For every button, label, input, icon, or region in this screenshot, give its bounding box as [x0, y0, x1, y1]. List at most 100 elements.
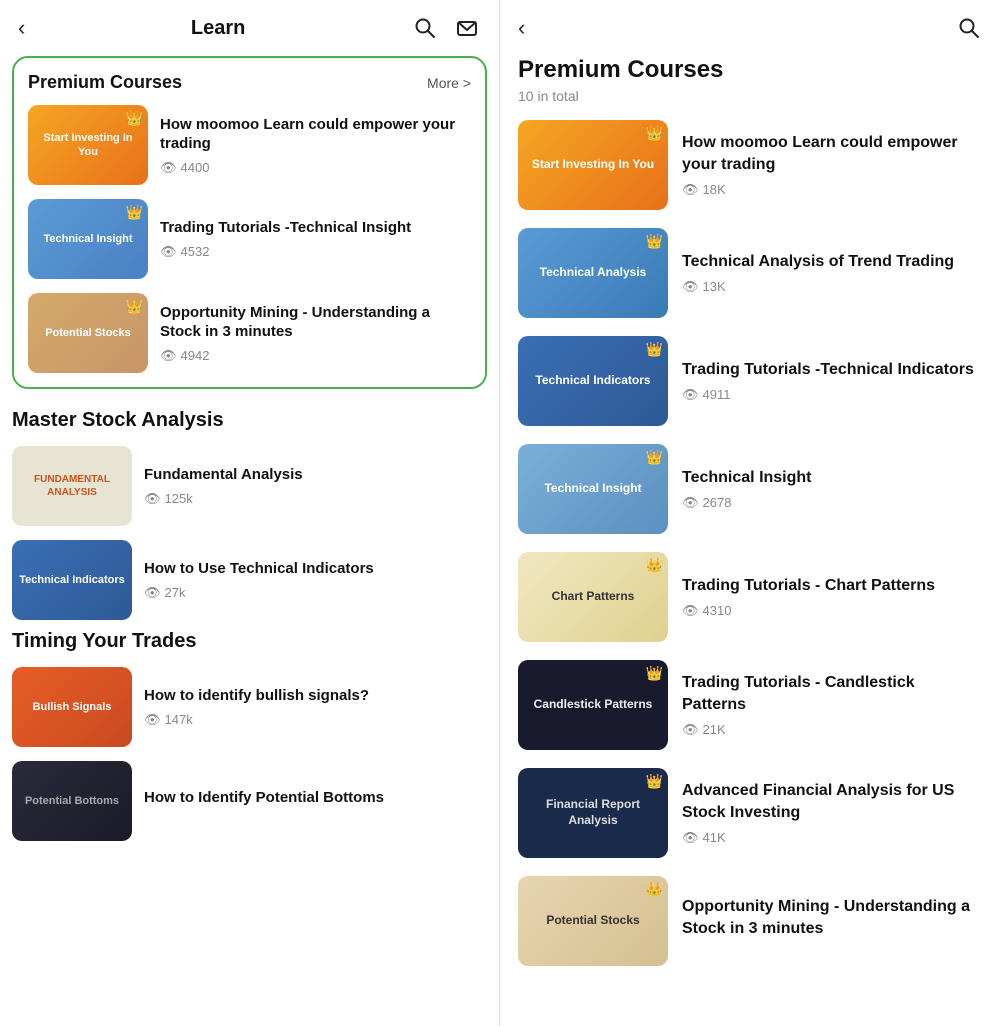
left-premium-views-2: 👁 4532: [160, 244, 471, 260]
master-item-2[interactable]: Technical Indicators How to Use Technica…: [12, 540, 487, 620]
right-crown-1: 👑: [646, 125, 663, 142]
more-link[interactable]: More >: [427, 75, 471, 91]
left-header-title: Learn: [191, 17, 245, 40]
timing-views-1: 👁 147k: [144, 712, 487, 728]
crown-badge-3: 👑: [126, 298, 143, 315]
left-premium-item-1[interactable]: 👑 Start Investing In You How moomoo Lear…: [28, 105, 471, 185]
right-info-5: Trading Tutorials - Chart Patterns 👁 431…: [668, 575, 983, 619]
timing-thumb-label-1: Bullish Signals: [29, 696, 116, 718]
right-info-2: Technical Analysis of Trend Trading 👁 13…: [668, 251, 983, 295]
master-section: Master Stock Analysis FUNDAMENTAL ANALYS…: [0, 409, 499, 620]
right-item-6[interactable]: 👑 Candlestick Patterns Trading Tutorials…: [518, 660, 983, 750]
left-premium-views-3: 👁 4942: [160, 348, 471, 364]
left-premium-views-1: 👁 4400: [160, 160, 471, 176]
left-search-icon[interactable]: [411, 14, 439, 42]
timing-section-title: Timing Your Trades: [12, 630, 487, 653]
right-views-7: 👁 41K: [682, 830, 983, 846]
right-item-5[interactable]: 👑 Chart Patterns Trading Tutorials - Cha…: [518, 552, 983, 642]
right-crown-6: 👑: [646, 665, 663, 682]
master-item-1[interactable]: FUNDAMENTAL ANALYSIS Fundamental Analysi…: [12, 446, 487, 526]
premium-courses-box: Premium Courses More > 👑 Start Investing…: [12, 56, 487, 389]
timing-info-1: How to identify bullish signals? 👁 147k: [132, 686, 487, 728]
timing-info-2: How to Identify Potential Bottoms: [132, 788, 487, 814]
right-thumb-label-8: Potential Stocks: [542, 909, 643, 933]
left-mail-icon[interactable]: [453, 14, 481, 42]
left-premium-info-1: How moomoo Learn could empower your trad…: [148, 115, 471, 176]
master-course-title-2: How to Use Technical Indicators: [144, 559, 487, 579]
left-premium-course-title-1: How moomoo Learn could empower your trad…: [160, 115, 471, 154]
right-item-8[interactable]: 👑 Potential Stocks Opportunity Mining - …: [518, 876, 983, 966]
right-thumb-2: 👑 Technical Analysis: [518, 228, 668, 318]
crown-badge-1: 👑: [126, 110, 143, 127]
left-premium-thumb-label-1: Start Investing In You: [28, 127, 148, 164]
right-search-icon[interactable]: [955, 14, 983, 42]
right-item-2[interactable]: 👑 Technical Analysis Technical Analysis …: [518, 228, 983, 318]
eye-r5: 👁: [682, 603, 699, 619]
right-course-title-3: Trading Tutorials -Technical Indicators: [682, 359, 983, 381]
right-views-6: 👁 21K: [682, 722, 983, 738]
eye-icon-m2: 👁: [144, 585, 161, 601]
timing-thumb-label-2: Potential Bottoms: [21, 790, 123, 812]
right-crown-2: 👑: [646, 233, 663, 250]
eye-r2: 👁: [682, 279, 699, 295]
right-thumb-6: 👑 Candlestick Patterns: [518, 660, 668, 750]
left-premium-thumb-label-2: Technical Insight: [39, 228, 136, 250]
eye-r1: 👁: [682, 182, 699, 198]
right-views-2: 👁 13K: [682, 279, 983, 295]
eye-icon-3: 👁: [160, 348, 177, 364]
right-info-3: Trading Tutorials -Technical Indicators …: [668, 359, 983, 403]
right-item-1[interactable]: 👑 Start Investing In You How moomoo Lear…: [518, 120, 983, 210]
right-crown-4: 👑: [646, 449, 663, 466]
right-back-button[interactable]: ‹: [518, 15, 525, 41]
right-thumb-8: 👑 Potential Stocks: [518, 876, 668, 966]
right-views-4: 👁 2678: [682, 495, 983, 511]
master-views-1: 👁 125k: [144, 491, 487, 507]
left-panel: ‹ Learn Premium Courses More >: [0, 0, 500, 1026]
right-thumb-label-3: Technical Indicators: [531, 369, 654, 393]
right-thumb-5: 👑 Chart Patterns: [518, 552, 668, 642]
right-course-title-6: Trading Tutorials - Candlestick Patterns: [682, 672, 983, 715]
right-course-title-4: Technical Insight: [682, 467, 983, 489]
right-info-7: Advanced Financial Analysis for US Stock…: [668, 780, 983, 845]
eye-icon-1: 👁: [160, 160, 177, 176]
left-header-icons: [411, 14, 481, 42]
master-info-1: Fundamental Analysis 👁 125k: [132, 465, 487, 507]
master-course-title-1: Fundamental Analysis: [144, 465, 487, 485]
right-thumb-label-2: Technical Analysis: [536, 261, 651, 285]
right-views-3: 👁 4911: [682, 387, 983, 403]
right-views-1: 👁 18K: [682, 182, 983, 198]
eye-r6: 👁: [682, 722, 699, 738]
timing-thumb-1: Bullish Signals: [12, 667, 132, 747]
right-thumb-label-6: Candlestick Patterns: [530, 693, 657, 717]
eye-r4: 👁: [682, 495, 699, 511]
right-item-3[interactable]: 👑 Technical Indicators Trading Tutorials…: [518, 336, 983, 426]
right-item-4[interactable]: 👑 Technical Insight Technical Insight 👁 …: [518, 444, 983, 534]
master-thumb-2: Technical Indicators: [12, 540, 132, 620]
right-info-1: How moomoo Learn could empower your trad…: [668, 132, 983, 197]
crown-badge-2: 👑: [126, 204, 143, 221]
right-thumb-3: 👑 Technical Indicators: [518, 336, 668, 426]
eye-r7: 👁: [682, 830, 699, 846]
timing-item-2[interactable]: Potential Bottoms How to Identify Potent…: [12, 761, 487, 841]
right-course-title-5: Trading Tutorials - Chart Patterns: [682, 575, 983, 597]
right-main-title: Premium Courses: [500, 56, 1001, 84]
right-info-4: Technical Insight 👁 2678: [668, 467, 983, 511]
left-premium-item-2[interactable]: 👑 Technical Insight Trading Tutorials -T…: [28, 199, 471, 279]
right-thumb-label-1: Start Investing In You: [528, 153, 658, 177]
left-header: ‹ Learn: [0, 0, 499, 56]
master-info-2: How to Use Technical Indicators 👁 27k: [132, 559, 487, 601]
eye-r3: 👁: [682, 387, 699, 403]
left-premium-info-3: Opportunity Mining - Understanding a Sto…: [148, 303, 471, 364]
right-header: ‹: [500, 0, 1001, 56]
right-crown-5: 👑: [646, 557, 663, 574]
right-course-title-2: Technical Analysis of Trend Trading: [682, 251, 983, 273]
left-premium-item-3[interactable]: 👑 Potential Stocks Opportunity Mining - …: [28, 293, 471, 373]
right-info-6: Trading Tutorials - Candlestick Patterns…: [668, 672, 983, 737]
master-thumb-label-1: FUNDAMENTAL ANALYSIS: [12, 469, 132, 503]
right-crown-8: 👑: [646, 881, 663, 898]
left-back-button[interactable]: ‹: [18, 15, 25, 41]
right-item-7[interactable]: 👑 Financial Report Analysis Advanced Fin…: [518, 768, 983, 858]
premium-section-header: Premium Courses More >: [28, 72, 471, 93]
right-course-list: 👑 Start Investing In You How moomoo Lear…: [500, 120, 1001, 1006]
timing-item-1[interactable]: Bullish Signals How to identify bullish …: [12, 667, 487, 747]
